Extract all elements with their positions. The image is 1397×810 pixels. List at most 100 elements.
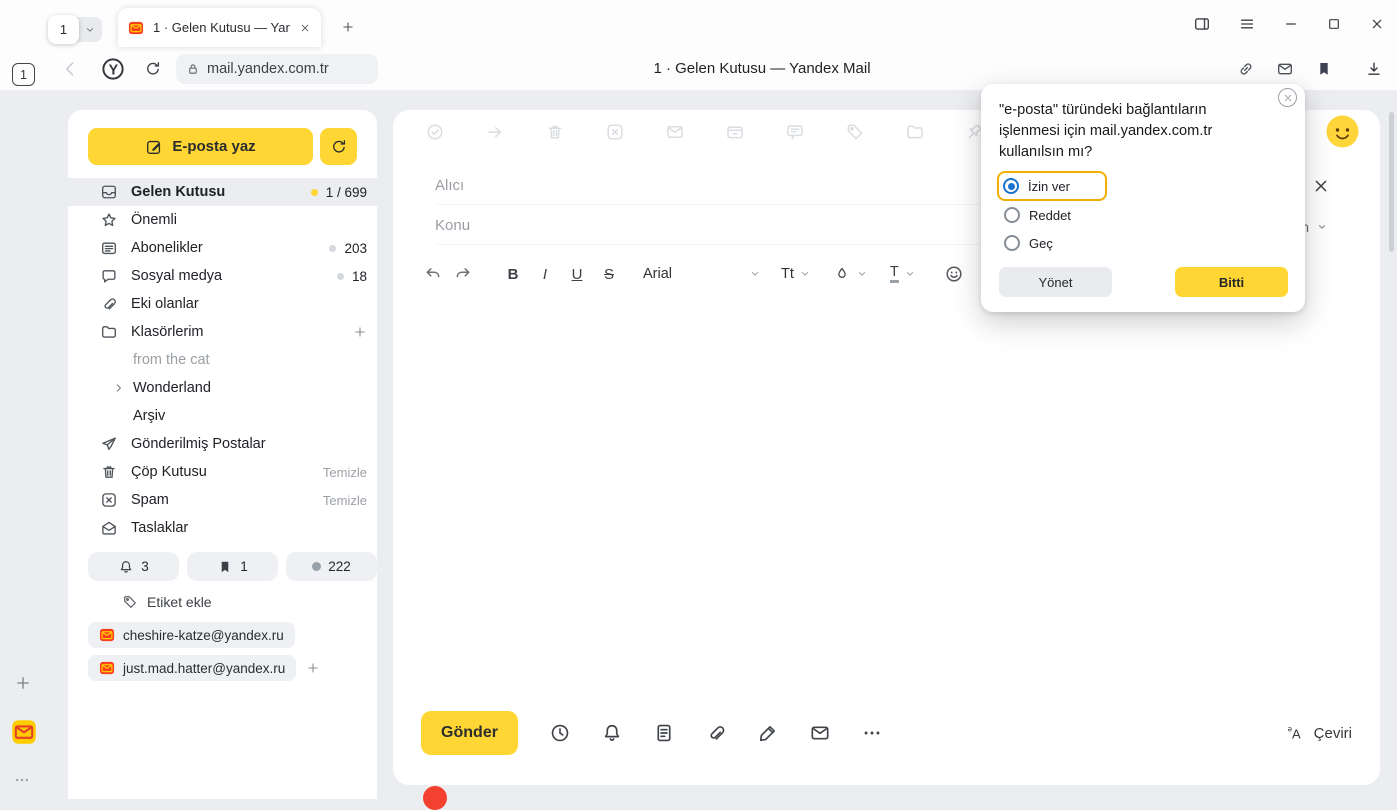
radio-icon[interactable] — [1004, 207, 1020, 223]
share-link-icon[interactable] — [1237, 60, 1255, 78]
option-deny[interactable]: Reddet — [999, 201, 1290, 229]
account-item[interactable]: cheshire-katze@yandex.ru — [88, 622, 295, 648]
sidebar-item-trash[interactable]: Çöp Kutusu Temizle — [68, 458, 377, 486]
sidebar-item-attachments[interactable]: Eki olanlar — [68, 290, 377, 318]
unread-pill[interactable]: 222 — [286, 552, 377, 581]
folder-icon[interactable] — [905, 122, 925, 142]
avatar[interactable] — [1326, 115, 1359, 148]
minimize-icon[interactable] — [1283, 16, 1299, 32]
bell-icon — [118, 559, 134, 575]
emoji-icon[interactable] — [944, 264, 964, 284]
sidebar-item-from-the-cat[interactable]: from the cat — [68, 346, 377, 374]
sidebar-item-sent[interactable]: Gönderilmiş Postalar — [68, 430, 377, 458]
history-icon[interactable] — [13, 23, 35, 45]
radio-selected-icon[interactable] — [1003, 178, 1019, 194]
italic-button[interactable]: I — [529, 266, 561, 283]
bold-button[interactable]: B — [497, 266, 529, 283]
text-color-select[interactable]: T — [890, 265, 916, 283]
yandex-logo-icon[interactable] — [100, 56, 126, 82]
dialog-close-icon[interactable] — [1278, 88, 1297, 107]
option-skip[interactable]: Geç — [999, 229, 1290, 257]
tab-group-badge[interactable]: 1 — [48, 15, 79, 44]
unread-count: 1 / 699 — [326, 185, 367, 200]
sidebar-item-archive[interactable]: Arşiv — [68, 402, 377, 430]
reload-icon[interactable] — [144, 60, 162, 78]
bookmark-icon — [217, 559, 233, 575]
check-circle-icon[interactable] — [425, 122, 445, 142]
more-icon[interactable] — [13, 771, 31, 789]
add-account-icon[interactable] — [306, 661, 320, 675]
done-button[interactable]: Bitti — [1175, 267, 1288, 297]
compose-button[interactable]: E-posta yaz — [88, 128, 313, 165]
sidebar-item-inbox[interactable]: Gelen Kutusu 1 / 699 — [68, 178, 377, 206]
reminders-pill[interactable]: 3 — [88, 552, 179, 581]
translate-label: Çeviri — [1314, 725, 1352, 742]
tab-close-icon[interactable] — [299, 22, 311, 34]
send-button[interactable]: Gönder — [421, 711, 518, 755]
radio-icon[interactable] — [1004, 235, 1020, 251]
option-allow[interactable]: İzin ver — [997, 171, 1107, 201]
add-icon[interactable] — [14, 674, 32, 692]
window-close-icon[interactable] — [1369, 16, 1385, 32]
font-size-select[interactable]: Tt — [781, 266, 811, 282]
chat-icon — [100, 267, 118, 285]
feedback-icon[interactable] — [785, 122, 805, 142]
refresh-button[interactable] — [320, 128, 357, 165]
chevron-right-icon[interactable] — [112, 381, 126, 395]
sidebar-item-wonderland[interactable]: Wonderland — [68, 374, 377, 402]
sidebar-item-spam[interactable]: Spam Temizle — [68, 486, 377, 514]
compose-close-icon[interactable] — [1311, 176, 1331, 196]
address-bar[interactable]: mail.yandex.com.tr — [176, 54, 378, 84]
scrollbar[interactable] — [1389, 112, 1394, 252]
bookmarks-pill[interactable]: 1 — [187, 552, 278, 581]
back-icon[interactable] — [60, 59, 80, 79]
account-item[interactable]: just.mad.hatter@yandex.ru — [88, 655, 296, 681]
browser-tab[interactable]: 1 · Gelen Kutusu — Yand — [118, 8, 321, 47]
from-selector[interactable]: n — [1301, 219, 1328, 235]
attach-icon[interactable] — [705, 722, 727, 744]
more-icon[interactable] — [861, 722, 883, 744]
yandex-mail-favicon — [128, 20, 144, 36]
tag-icon[interactable] — [845, 122, 865, 142]
fill-color-select[interactable] — [833, 265, 868, 283]
translate-button[interactable]: Çeviri — [1286, 723, 1352, 743]
font-family-select[interactable]: Arial — [643, 266, 761, 282]
sidebar-item-my-folders[interactable]: Klasörlerim — [68, 318, 377, 346]
reminder-icon[interactable] — [601, 722, 623, 744]
add-tag-button[interactable]: Etiket ekle — [122, 590, 212, 614]
spam-icon[interactable] — [605, 122, 625, 142]
menu-icon[interactable] — [1238, 15, 1256, 33]
tab-group-switcher[interactable]: 1 — [48, 15, 102, 44]
tab-count-badge[interactable]: 1 — [12, 63, 35, 86]
new-tab-button[interactable] — [341, 20, 355, 34]
download-icon[interactable] — [1365, 60, 1383, 78]
schedule-icon[interactable] — [549, 722, 571, 744]
mail-icon[interactable] — [1276, 60, 1294, 78]
sidebar-item-drafts[interactable]: Taslaklar — [68, 514, 377, 542]
trash-icon[interactable] — [545, 122, 565, 142]
sidebar-item-subscriptions[interactable]: Abonelikler 203 — [68, 234, 377, 262]
add-folder-icon[interactable] — [353, 325, 367, 339]
tab-panel-icon[interactable] — [1193, 15, 1211, 33]
sidebar-item-social[interactable]: Sosyal medya 18 — [68, 262, 377, 290]
template-icon[interactable] — [653, 722, 675, 744]
mail-icon[interactable] — [665, 122, 685, 142]
clear-trash-link[interactable]: Temizle — [323, 465, 367, 480]
undo-icon[interactable] — [423, 264, 443, 284]
underline-button[interactable]: U — [561, 266, 593, 283]
strikethrough-button[interactable]: S — [593, 266, 625, 283]
message-toolbar — [425, 110, 985, 154]
clear-spam-link[interactable]: Temizle — [323, 493, 367, 508]
sidebar-item-important[interactable]: Önemli — [68, 206, 377, 234]
maximize-icon[interactable] — [1326, 16, 1342, 32]
archive-icon[interactable] — [725, 122, 745, 142]
yandex-mail-icon[interactable] — [11, 719, 37, 745]
lock-icon[interactable] — [186, 62, 200, 76]
forward-icon[interactable] — [485, 122, 505, 142]
signature-icon[interactable] — [757, 722, 779, 744]
bookmark-icon[interactable] — [1315, 60, 1333, 78]
redo-icon[interactable] — [453, 264, 473, 284]
send-icon — [100, 435, 118, 453]
envelope-icon[interactable] — [809, 722, 831, 744]
manage-button[interactable]: Yönet — [999, 267, 1112, 297]
